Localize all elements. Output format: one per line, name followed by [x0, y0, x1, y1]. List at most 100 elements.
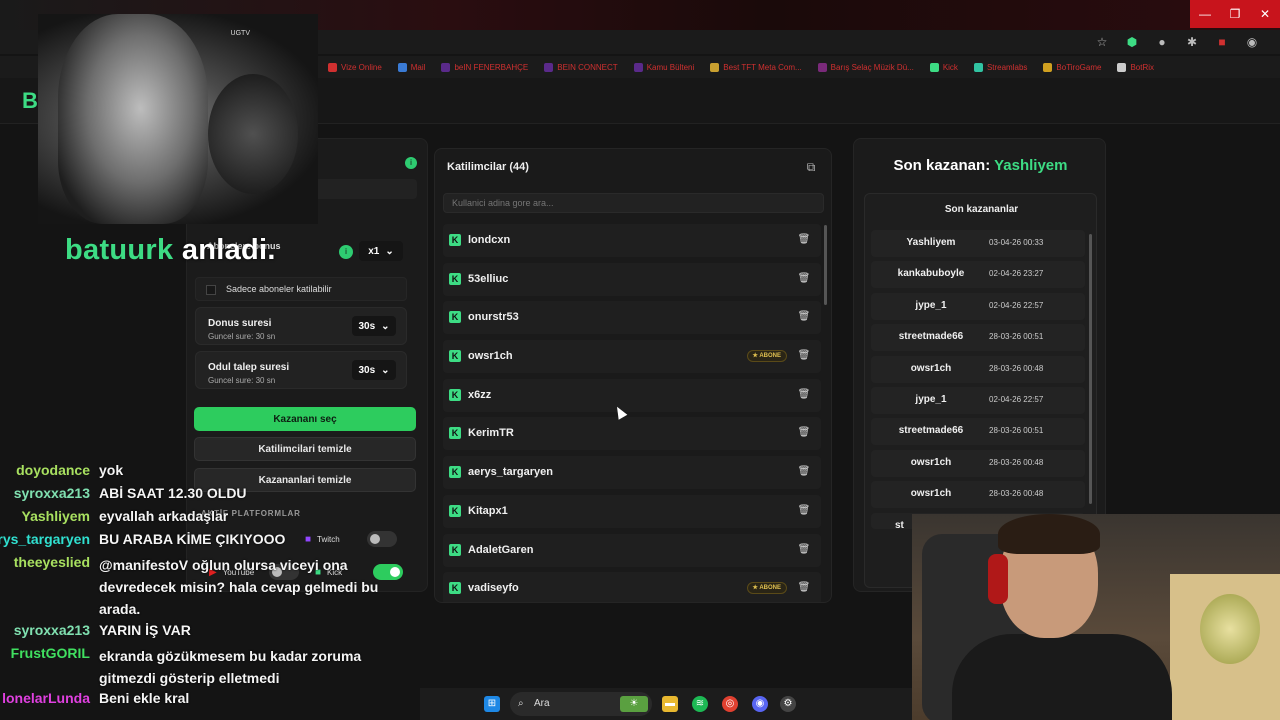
info-icon[interactable]: i	[405, 157, 417, 169]
webcam-face	[58, 14, 208, 224]
delete-icon[interactable]: 🗑	[797, 426, 811, 440]
platform-twitch-toggle[interactable]	[367, 531, 398, 547]
kick-icon: K	[449, 504, 461, 517]
kick-icon: K	[449, 350, 461, 363]
site-logo[interactable]: B	[22, 88, 38, 114]
kick-icon: K	[449, 582, 461, 595]
delete-icon[interactable]: 🗑	[797, 310, 811, 324]
claim-duration-value: 30s	[358, 364, 376, 376]
pick-winner-button[interactable]: Kazananı seç	[194, 407, 416, 431]
claim-duration-select[interactable]: 30s ⌄	[352, 360, 396, 380]
delete-icon[interactable]: 🗑	[797, 581, 811, 595]
bookmark-item[interactable]: Vize Online	[328, 62, 382, 72]
shield-icon[interactable]: ⬢	[1124, 34, 1140, 50]
last-winner-name: Yashliyem	[994, 157, 1068, 174]
winner-date: 02-04-26 22:57	[989, 300, 1044, 310]
file-explorer-icon[interactable]: ▬	[662, 696, 678, 712]
bookmark-label: BoTiroGame	[1056, 62, 1102, 72]
record-icon[interactable]: ■	[1214, 34, 1230, 50]
webcam-headset	[988, 554, 1008, 604]
participant-row[interactable]: Konurstr53 🗑	[443, 301, 821, 335]
chevron-down-icon: ⌄	[381, 364, 390, 376]
bookmark-label: Barış Selaç Müzik Dü...	[830, 62, 914, 72]
clear-participants-button[interactable]: Katilimcilari temizle	[194, 437, 416, 461]
bookmark-item[interactable]: Mail	[397, 62, 425, 72]
maximize-button[interactable]: ❐	[1220, 0, 1250, 28]
winner-name: streetmade66	[898, 331, 964, 343]
windows-start-icon[interactable]: ⊞	[484, 696, 500, 712]
chat-text: YARIN İŞ VAR	[99, 622, 191, 638]
participant-row[interactable]: Kaerys_targaryen 🗑	[443, 456, 821, 490]
discord-icon[interactable]: ◉	[752, 696, 768, 712]
extension-icon[interactable]: ●	[1154, 34, 1170, 50]
bookmark-star-icon[interactable]: ☆	[1094, 34, 1110, 50]
participant-row[interactable]: Kx6zz 🗑	[443, 378, 821, 412]
bookmark-item[interactable]: Kick	[929, 62, 958, 72]
claim-duration-sub: Guncel sure: 30 sn	[208, 376, 276, 385]
participant-row[interactable]: K Kitapx1 🗑	[443, 494, 821, 528]
delete-icon[interactable]: 🗑	[797, 388, 811, 402]
spin-duration-value: 30s	[358, 320, 376, 332]
participant-row[interactable]: Kowsr1ch ★ ABONE 🗑	[443, 340, 821, 374]
bookmark-favicon-icon	[710, 62, 720, 72]
spin-duration-select[interactable]: 30s ⌄	[352, 316, 396, 336]
participant-row[interactable]: Kvadiseyfo ★ ABONE 🗑	[443, 572, 821, 602]
recent-winners-list: Yashliyem 03-04-26 00:33 kankabuboyle 02-04…	[871, 230, 1085, 533]
winner-date: 28-03-26 00:51	[989, 332, 1044, 342]
only-subs-checkbox-row[interactable]: Sadece aboneler katilabilir	[195, 277, 407, 301]
delete-icon[interactable]: 🗑	[797, 349, 811, 363]
delete-icon[interactable]: 🗑	[797, 504, 811, 518]
bookmark-item[interactable]: BEIN CONNECT	[544, 62, 618, 72]
participant-name: x6zz	[468, 388, 492, 401]
copy-icon[interactable]: ⧉	[803, 159, 819, 175]
bookmark-item[interactable]: BotRix	[1117, 62, 1154, 72]
participant-row[interactable]: K KerimTR 🗑	[443, 417, 821, 451]
taskbar: ⊞ ⌕ Ara ☀ ▬ ≋ ◎ ◉ ⚙	[420, 688, 912, 720]
minimize-button[interactable]: —	[1190, 0, 1220, 28]
winner-name: jype_1	[915, 393, 947, 405]
winner-date: 28-03-26 00:48	[989, 363, 1044, 373]
delete-icon[interactable]: 🗑	[797, 543, 811, 557]
winner-date: 02-04-26 23:27	[989, 269, 1044, 279]
spotify-icon[interactable]: ≋	[692, 696, 708, 712]
webcam-hair	[998, 514, 1100, 554]
overlay-username: batuurk	[65, 234, 174, 266]
chrome-icon[interactable]: ◎	[722, 696, 738, 712]
delete-icon[interactable]: 🗑	[797, 233, 811, 247]
info-icon[interactable]: i	[339, 245, 353, 259]
bookmark-item[interactable]: BoTiroGame	[1043, 62, 1102, 72]
winners-scrollbar[interactable]	[1089, 234, 1092, 504]
bookmark-item[interactable]: Kamu Bülteni	[633, 62, 694, 72]
webcam-overlay-bottom	[912, 514, 1280, 720]
participant-name: onurstr53	[468, 311, 519, 324]
participant-name: owsr1ch	[468, 350, 513, 363]
winner-date: 28-03-26 00:48	[989, 457, 1044, 467]
winner-row: streetmade66 28-03-26 00:51	[871, 324, 1085, 352]
participant-search-input[interactable]	[443, 193, 824, 213]
bookmark-item[interactable]: Streamlabs	[973, 62, 1028, 72]
taskbar-search-label: Ara	[534, 698, 550, 709]
bookmark-label: Kick	[942, 62, 958, 72]
bookmark-item[interactable]: Barış Selaç Müzik Dü...	[817, 62, 914, 72]
close-button[interactable]: ✕	[1250, 0, 1280, 28]
participant-row[interactable]: K 53elliuc 🗑	[443, 262, 821, 296]
delete-icon[interactable]: 🗑	[797, 465, 811, 479]
winner-row: jype_1 02-04-26 22:57	[871, 386, 1085, 414]
participant-row[interactable]: K AdaletGaren 🗑	[443, 533, 821, 567]
bookmark-item[interactable]: Best TFT Meta Com...	[710, 62, 802, 72]
weather-widget-icon[interactable]: ☀	[620, 696, 648, 712]
bookmark-item[interactable]: beIN FENERBAHÇE	[441, 62, 528, 72]
delete-icon[interactable]: 🗑	[797, 272, 811, 286]
subscriber-bonus-select[interactable]: x1 ⌄	[359, 241, 403, 261]
participant-scrollbar[interactable]	[824, 225, 827, 305]
only-subs-checkbox[interactable]	[206, 285, 216, 295]
bookmark-favicon-icon	[973, 62, 983, 72]
settings-icon[interactable]: ✱	[1184, 34, 1200, 50]
app-icon[interactable]: ⚙	[780, 696, 796, 712]
subscriber-bonus-value: x1	[368, 245, 380, 257]
chevron-down-icon: ⌄	[381, 320, 390, 332]
avatar[interactable]: ◉	[1244, 34, 1260, 50]
participant-row[interactable]: Klondcxn 🗑	[443, 224, 821, 257]
bookmark-label: Streamlabs	[986, 62, 1028, 72]
platform-twitch-label: Twitch	[317, 534, 340, 544]
